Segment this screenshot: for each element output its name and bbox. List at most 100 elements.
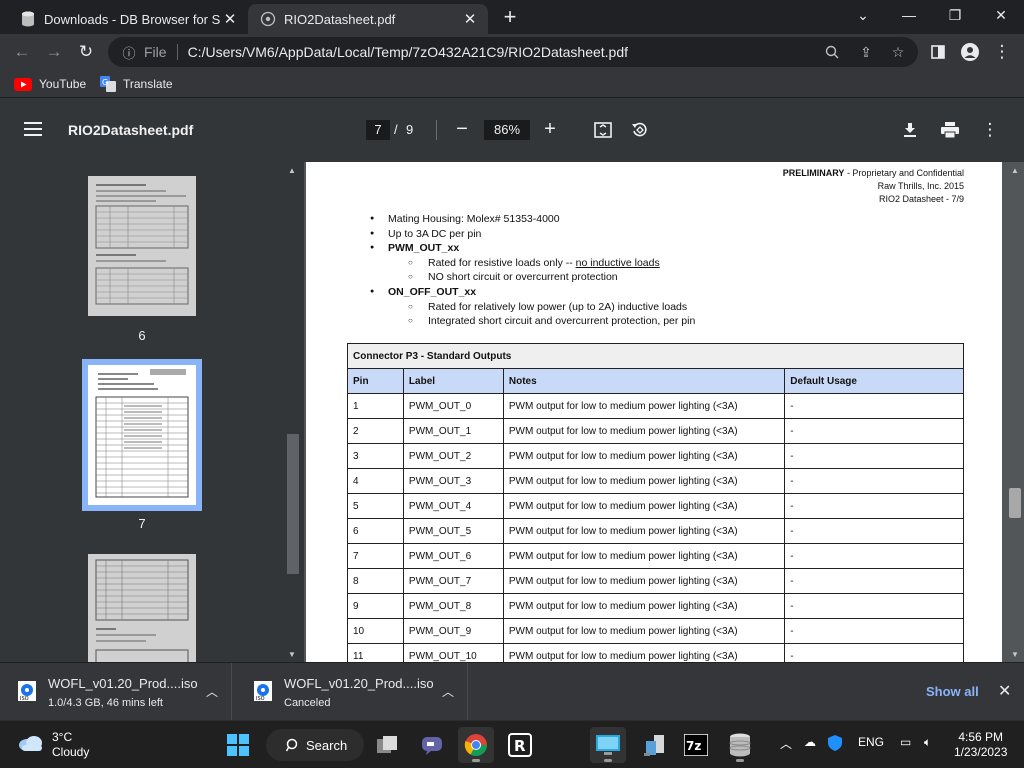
svg-text:R: R <box>514 737 526 755</box>
minimize-icon[interactable]: — <box>886 0 932 30</box>
table-row: 3 PWM_OUT_2 PWM output for low to medium p… <box>347 443 964 469</box>
print-icon[interactable] <box>938 118 962 142</box>
zoom-out-button[interactable]: − <box>450 118 474 142</box>
star-icon[interactable]: ☆ <box>888 42 908 62</box>
network-icon[interactable]: ☁ <box>804 735 816 749</box>
cell-default-usage: - <box>784 618 964 644</box>
url-text[interactable]: C:/Users/VM6/AppData/Local/Temp/7zO432A2… <box>188 44 628 60</box>
forward-arrow-icon[interactable]: → <box>40 38 68 66</box>
thumbnail-page-8[interactable] <box>88 554 196 662</box>
zoom-level-input[interactable]: 86% <box>484 120 530 140</box>
bookmarks-bar: YouTube G Translate <box>0 70 1024 98</box>
sub-bullet-text: Rated for resistive loads only -- <box>428 256 576 269</box>
weather-temp: 3°C <box>52 730 73 744</box>
weather-widget[interactable]: 3°C Cloudy <box>18 730 89 760</box>
thumbnail-page-7[interactable] <box>82 359 202 511</box>
window-close-icon[interactable]: ✕ <box>978 0 1024 30</box>
task-view-icon[interactable] <box>370 727 406 763</box>
cell-label: PWM_OUT_7 <box>402 568 504 594</box>
chevron-down-icon[interactable]: ⌄ <box>840 0 886 30</box>
sidebar-scrollbar[interactable]: ▲ ▼ <box>284 162 304 662</box>
teams-chat-icon[interactable] <box>414 727 450 763</box>
pdf-title: RIO2Datasheet.pdf <box>68 122 194 138</box>
tab-db-browser[interactable]: Downloads - DB Browser for SQL ✕ <box>8 4 248 34</box>
column-header-label: Label <box>402 368 504 394</box>
cell-label: PWM_OUT_8 <box>402 593 504 619</box>
page-number-input[interactable]: 7 <box>366 120 390 140</box>
sidebar-scroll-thumb[interactable] <box>287 434 299 574</box>
database-icon <box>20 11 36 27</box>
tab-rio2-datasheet[interactable]: RIO2Datasheet.pdf ✕ <box>248 4 488 34</box>
pdf-viewer[interactable]: PRELIMINARY - Proprietary and Confidenti… <box>304 162 1024 662</box>
share-icon[interactable]: ⇪ <box>856 42 876 62</box>
cell-label: PWM_OUT_0 <box>402 393 504 419</box>
translate-icon: G <box>100 76 116 92</box>
download-status: 1.0/4.3 GB, 46 mins left <box>48 697 163 709</box>
scroll-down-arrow-icon[interactable]: ▼ <box>288 650 296 659</box>
url-scheme: File <box>144 44 167 60</box>
start-button[interactable] <box>220 727 256 763</box>
table-row: 9 PWM_OUT_8 PWM output for low to medium p… <box>347 593 964 619</box>
close-icon[interactable]: ✕ <box>998 681 1011 701</box>
bookmark-translate[interactable]: G Translate <box>100 75 173 93</box>
show-all-button[interactable]: Show all <box>926 684 979 699</box>
close-icon[interactable]: ✕ <box>460 10 480 28</box>
new-tab-button[interactable]: + <box>498 6 522 30</box>
network-tool-icon[interactable] <box>636 727 672 763</box>
menu-icon[interactable] <box>24 122 42 138</box>
scroll-down-arrow-icon[interactable]: ▼ <box>1011 650 1019 659</box>
cell-default-usage: - <box>784 493 964 519</box>
kebab-menu-icon[interactable]: ⋮ <box>988 38 1016 66</box>
address-bar[interactable]: ⓘ File C:/Users/VM6/AppData/Local/Temp/7… <box>108 37 918 67</box>
bookmark-label: Translate <box>123 77 173 91</box>
fit-to-page-icon[interactable] <box>591 118 615 142</box>
taskbar-search[interactable]: Search <box>266 729 364 761</box>
viewer-scroll-thumb[interactable] <box>1009 488 1021 518</box>
cell-pin: 2 <box>347 418 404 444</box>
cell-default-usage: - <box>784 443 964 469</box>
volume-icon[interactable]: 🔈︎ <box>924 735 931 750</box>
cell-label: PWM_OUT_2 <box>402 443 504 469</box>
rotate-icon[interactable] <box>628 118 652 142</box>
scroll-up-arrow-icon[interactable]: ▲ <box>288 166 296 175</box>
back-arrow-icon[interactable]: ← <box>8 38 36 66</box>
thumbnail-page-6[interactable] <box>88 176 196 316</box>
restore-icon[interactable]: ❐ <box>932 0 978 30</box>
thumbnail-sidebar: 6 7 <box>0 162 284 662</box>
close-icon[interactable]: ✕ <box>220 10 240 28</box>
tab-title: Downloads - DB Browser for SQL <box>44 11 220 27</box>
thumbnail-number: 6 <box>138 328 146 343</box>
svg-text:ISO: ISO <box>20 696 29 702</box>
viewer-scrollbar[interactable]: ▲ ▼ <box>1006 162 1024 662</box>
display-icon[interactable]: ▭ <box>900 735 911 749</box>
cell-notes: PWM output for low to medium power light… <box>502 468 786 494</box>
more-options-icon[interactable]: ⋮ <box>978 118 1002 142</box>
profile-icon[interactable] <box>956 38 984 66</box>
remote-desktop-icon[interactable] <box>590 727 626 763</box>
zoom-magnifier-icon[interactable] <box>822 42 842 62</box>
7zip-icon[interactable]: 7z <box>678 727 714 763</box>
input-language[interactable]: ENG <box>858 735 884 749</box>
taskbar-clock[interactable]: 4:56 PM 1/23/2023 <box>954 730 1007 760</box>
reload-icon[interactable]: ↻ <box>72 38 100 66</box>
chevron-up-icon[interactable]: ︿ <box>442 683 454 700</box>
download-item-2[interactable]: ISO WOFL_v01.20_Prod....iso Canceled ︿ <box>236 663 468 721</box>
side-panel-icon[interactable] <box>924 38 952 66</box>
db-browser-icon[interactable] <box>722 727 758 763</box>
r-app-icon[interactable]: R <box>502 727 538 763</box>
zoom-in-button[interactable]: + <box>538 118 562 142</box>
download-item-1[interactable]: ISO WOFL_v01.20_Prod....iso 1.0/4.3 GB, … <box>0 663 232 721</box>
clock-date: 1/23/2023 <box>954 745 1008 759</box>
table-row: 7 PWM_OUT_6 PWM output for low to medium p… <box>347 543 964 569</box>
chrome-app-icon[interactable] <box>458 727 494 763</box>
info-icon[interactable]: ⓘ <box>114 43 144 62</box>
column-header-notes: Notes <box>502 368 786 394</box>
cell-default-usage: - <box>784 643 964 662</box>
chevron-up-icon[interactable]: ︿ <box>206 683 218 700</box>
defender-shield-icon[interactable] <box>828 735 842 754</box>
download-icon[interactable] <box>898 118 922 142</box>
chevron-up-icon[interactable]: ︿ <box>780 735 792 752</box>
search-label: Search <box>306 737 348 753</box>
bookmark-youtube[interactable]: YouTube <box>14 75 86 93</box>
scroll-up-arrow-icon[interactable]: ▲ <box>1011 166 1019 175</box>
